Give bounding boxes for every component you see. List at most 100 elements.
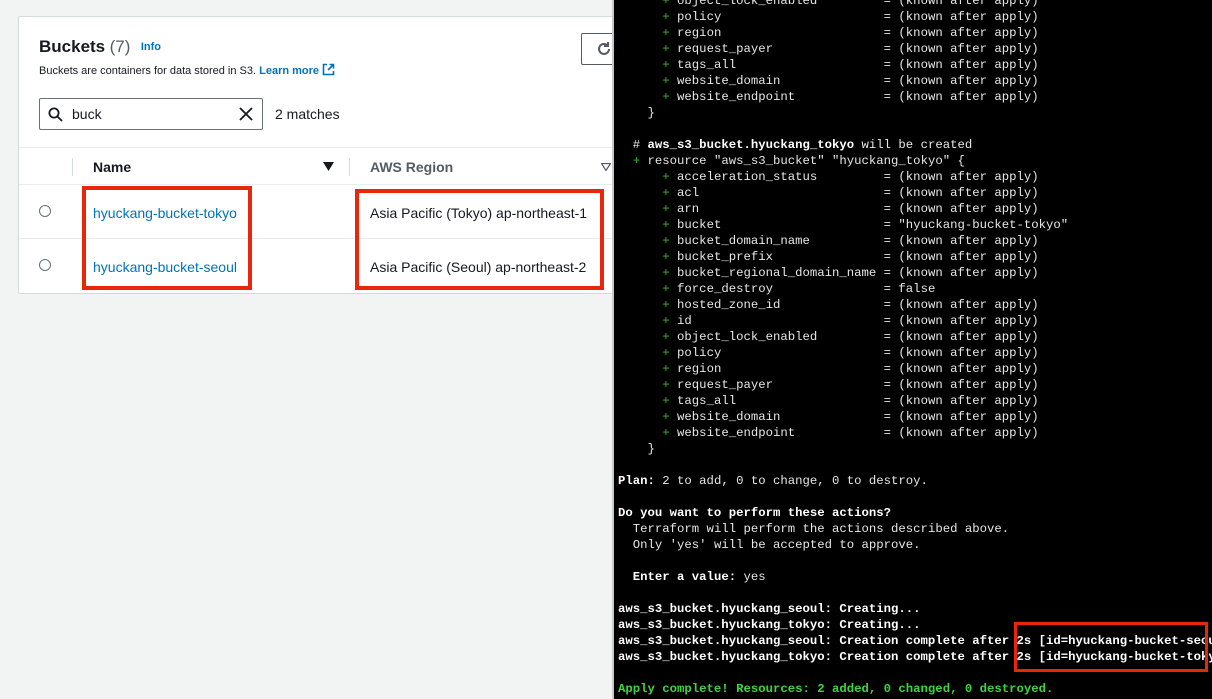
line-bold-text: aws_s3_bucket.hyuckang_tokyo: [647, 138, 855, 152]
bucket-count: (7): [109, 37, 131, 56]
line-text: resource "aws_s3_bucket" "hyuckang_tokyo…: [647, 154, 965, 168]
plus-marker: +: [662, 410, 678, 424]
plus-marker: +: [662, 74, 678, 88]
plus-marker: +: [662, 58, 678, 72]
line-text: request_payer = (known after apply): [677, 378, 1039, 392]
plus-marker: +: [662, 394, 678, 408]
line-text: id = (known after apply): [677, 314, 1039, 328]
line-text: Only 'yes' will be accepted to approve.: [632, 538, 921, 552]
terminal-line: Apply complete! Resources: 2 added, 0 ch…: [618, 681, 1212, 697]
terminal-line: + region = (known after apply): [618, 361, 1212, 377]
sort-descending-icon[interactable]: [323, 162, 334, 171]
row-select-radio[interactable]: [39, 259, 51, 271]
terminal-line: + hosted_zone_id = (known after apply): [618, 297, 1212, 313]
line-text: tags_all = (known after apply): [677, 58, 1039, 72]
line-rest-text: yes: [736, 570, 766, 584]
plus-marker: +: [662, 314, 678, 328]
learn-more-label: Learn more: [259, 65, 320, 77]
terminal-line: + website_domain = (known after apply): [618, 409, 1212, 425]
line-bold-text: Enter a value:: [632, 570, 737, 584]
external-link-icon: [322, 63, 335, 76]
terminal-line: + acl = (known after apply): [618, 185, 1212, 201]
column-separator: [72, 158, 73, 176]
terminal-line: + force_destroy = false: [618, 281, 1212, 297]
line-text: acl = (known after apply): [677, 186, 1039, 200]
plus-marker: +: [662, 346, 678, 360]
line-text: }: [647, 106, 655, 120]
terminal-line: + acceleration_status = (known after app…: [618, 169, 1212, 185]
terminal-line: + tags_all = (known after apply): [618, 57, 1212, 73]
refresh-button[interactable]: [581, 33, 614, 65]
clear-search-icon[interactable]: [238, 106, 254, 122]
plus-marker: +: [662, 378, 678, 392]
line-bold-text: Plan:: [618, 474, 655, 488]
plus-marker: +: [662, 26, 678, 40]
line-text: bucket_prefix = (known after apply): [677, 250, 1039, 264]
plus-marker: +: [662, 426, 678, 440]
terminal-output: + object_lock_enabled = (known after app…: [618, 0, 1212, 697]
apply-complete-message: Apply complete! Resources: 2 added, 0 ch…: [618, 682, 1054, 696]
name-highlight-box: [82, 186, 252, 290]
refresh-icon: [598, 42, 610, 55]
bucket-search-field[interactable]: [39, 98, 263, 130]
terminal-line: + object_lock_enabled = (known after app…: [618, 329, 1212, 345]
terminal-id-highlight-box: [1014, 622, 1208, 672]
plus-marker: +: [662, 234, 678, 248]
sort-icon[interactable]: [601, 163, 611, 171]
line-text: policy = (known after apply): [677, 346, 1039, 360]
terminal-line: + request_payer = (known after apply): [618, 41, 1212, 57]
description-text: Buckets are containers for data stored i…: [39, 65, 257, 77]
terminal-line: + bucket_regional_domain_name = (known a…: [618, 265, 1212, 281]
row-select-radio[interactable]: [39, 205, 51, 217]
plus-marker: +: [632, 154, 648, 168]
terminal-line: + request_payer = (known after apply): [618, 377, 1212, 393]
terminal-line: aws_s3_bucket.hyuckang_seoul: Creating..…: [618, 601, 1212, 617]
line-bold-text: Do you want to perform these actions?: [618, 506, 892, 520]
plus-marker: +: [662, 202, 678, 216]
plus-marker: +: [662, 266, 678, 280]
plus-marker: +: [662, 218, 678, 232]
plus-marker: +: [662, 0, 678, 8]
line-text: policy = (known after apply): [677, 10, 1039, 24]
column-separator[interactable]: [349, 158, 350, 176]
plus-marker: +: [662, 90, 678, 104]
learn-more-link[interactable]: Learn more: [259, 63, 335, 77]
line-text: arn = (known after apply): [677, 202, 1039, 216]
terminal-line: Only 'yes' will be accepted to approve.: [618, 537, 1212, 553]
terminal-line: + bucket = "hyuckang-bucket-tokyo": [618, 217, 1212, 233]
info-link[interactable]: Info: [141, 41, 161, 53]
search-input[interactable]: [72, 105, 222, 123]
plus-marker: +: [662, 362, 678, 376]
line-text: bucket_regional_domain_name = (known aft…: [677, 266, 1039, 280]
terminal-line: + website_domain = (known after apply): [618, 73, 1212, 89]
line-bold-text: aws_s3_bucket.hyuckang_tokyo: Creating..…: [618, 618, 921, 632]
buckets-description: Buckets are containers for data stored i…: [39, 63, 335, 77]
match-count: 2 matches: [275, 106, 340, 122]
line-rest-text: 2 to add, 0 to change, 0 to destroy.: [654, 474, 928, 488]
terminal-line: + resource "aws_s3_bucket" "hyuckang_tok…: [618, 153, 1212, 169]
line-text: website_domain = (known after apply): [677, 410, 1039, 424]
column-header-region[interactable]: AWS Region: [370, 159, 453, 175]
column-header-name[interactable]: Name: [93, 159, 131, 175]
line-text: bucket_domain_name = (known after apply): [677, 234, 1039, 248]
